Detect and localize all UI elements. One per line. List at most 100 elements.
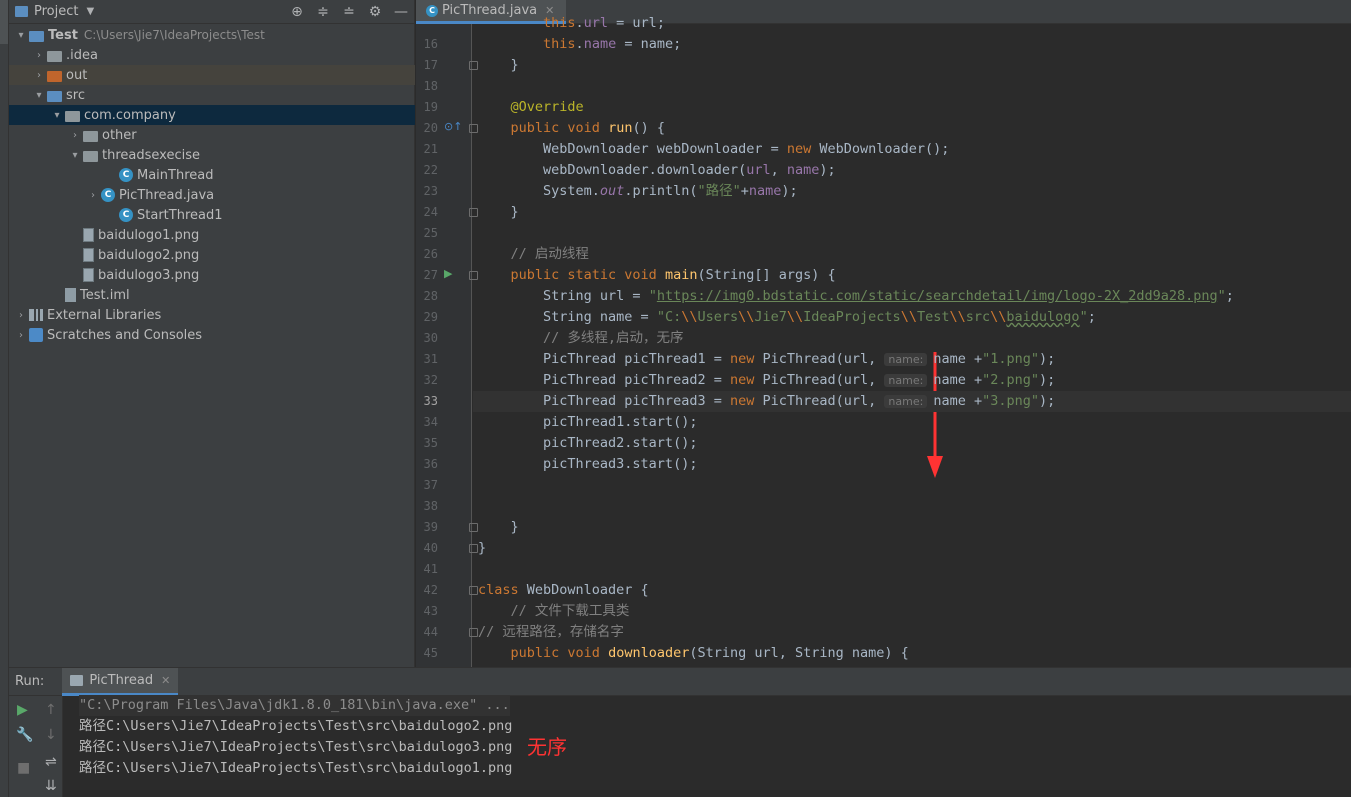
console-icon: [70, 674, 84, 686]
chevron-down-icon[interactable]: ▾: [33, 90, 45, 101]
code-line: @Override: [510, 99, 584, 115]
tree-item-label: External Libraries: [47, 307, 162, 323]
tree-item[interactable]: baidulogo1.png: [9, 225, 415, 245]
code-line: // 多线程,启动，无序: [543, 330, 684, 346]
image-file-icon: [83, 228, 94, 242]
line-number: 44: [423, 625, 438, 639]
fold-marker-icon[interactable]: [469, 586, 478, 595]
expand-all-icon[interactable]: ≑: [310, 4, 336, 20]
chevron-right-icon[interactable]: ›: [15, 330, 27, 341]
tree-item[interactable]: › C PicThread.java: [9, 185, 415, 205]
tree-item[interactable]: ▾ threadsexecise: [9, 145, 415, 165]
folder-orange-icon: [47, 70, 62, 82]
code-line: }: [478, 204, 519, 220]
chevron-right-icon[interactable]: ›: [87, 190, 99, 201]
chevron-right-icon[interactable]: ›: [15, 310, 27, 321]
tree-item[interactable]: Test.iml: [9, 285, 415, 305]
project-toolbar: ⊕ ≑ ≐ ⚙ —: [284, 0, 414, 24]
run-panel: Run: PicThread ✕ ▶ ↑ 🔧 ↓ ■ ⇌ ⇊ "C:\Progr…: [9, 667, 1351, 797]
tree-item[interactable]: › Scratches and Consoles: [9, 325, 415, 345]
line-number: 35: [423, 436, 438, 450]
run-tab-label: PicThread: [89, 672, 154, 688]
chevron-down-icon[interactable]: ▼: [86, 6, 94, 17]
line-number: 38: [423, 499, 438, 513]
tree-item[interactable]: ▾ com.company: [9, 105, 415, 125]
stop-icon[interactable]: ■: [17, 760, 30, 776]
tree-item[interactable]: baidulogo3.png: [9, 265, 415, 285]
chevron-down-icon[interactable]: ▾: [51, 110, 63, 121]
project-view-icon: [15, 6, 28, 17]
class-icon: C: [101, 188, 115, 202]
run-panel-header: Run: PicThread ✕: [9, 667, 1351, 696]
project-stripe-tab[interactable]: [0, 0, 8, 44]
chevron-right-icon[interactable]: ›: [33, 70, 45, 81]
run-toolbar: ▶ ↑ 🔧 ↓ ■ ⇌ ⇊: [9, 696, 63, 797]
code-line: System.out.println("路径"+name);: [478, 183, 798, 199]
tree-item-label: baidulogo2.png: [98, 247, 200, 263]
image-file-icon: [83, 248, 94, 262]
code-line: }: [478, 540, 487, 556]
tree-item[interactable]: ▾ Test C:\Users\Jie7\IdeaProjects\Test: [9, 25, 415, 45]
line-number: 42: [423, 583, 438, 597]
run-label: Run:: [15, 674, 45, 689]
fold-marker-icon[interactable]: [469, 628, 478, 637]
tree-item-label: baidulogo1.png: [98, 227, 200, 243]
chevron-right-icon[interactable]: ›: [69, 130, 81, 141]
chevron-right-icon[interactable]: ›: [33, 50, 45, 61]
line-number: 17: [423, 58, 438, 72]
collapse-all-icon[interactable]: ≐: [336, 4, 362, 20]
project-panel-title[interactable]: Project: [34, 4, 78, 19]
tree-item-label: PicThread.java: [119, 187, 215, 203]
fold-marker-icon[interactable]: [469, 271, 478, 280]
package-icon: [83, 150, 98, 162]
tree-item-label: Scratches and Consoles: [47, 327, 203, 343]
hide-icon[interactable]: —: [388, 4, 414, 20]
override-marker-icon[interactable]: ⊙↑: [444, 120, 462, 133]
fold-marker-icon[interactable]: [469, 544, 478, 553]
line-number: 29: [423, 310, 438, 324]
console-output-line: 路径C:\Users\Jie7\IdeaProjects\Test\src\ba…: [79, 739, 513, 755]
gear-icon[interactable]: ⚙: [362, 4, 388, 20]
line-number: 45: [423, 646, 438, 660]
fold-marker-icon[interactable]: [469, 208, 478, 217]
folder-icon: [47, 50, 62, 62]
tree-item[interactable]: baidulogo2.png: [9, 245, 415, 265]
class-icon: C: [119, 208, 133, 222]
line-number: 27: [423, 268, 438, 282]
tree-item[interactable]: C StartThread1: [9, 205, 415, 225]
run-command: "C:\Program Files\Java\jdk1.8.0_181\bin\…: [79, 695, 510, 716]
close-icon[interactable]: ✕: [161, 674, 170, 687]
line-number: 18: [423, 79, 438, 93]
run-tab-picthread[interactable]: PicThread ✕: [62, 667, 179, 696]
code-line: WebDownloader webDownloader = new WebDow…: [478, 141, 950, 157]
locate-icon[interactable]: ⊕: [284, 4, 310, 20]
chevron-down-icon[interactable]: ▾: [15, 30, 27, 41]
down-arrow-icon[interactable]: ↓: [45, 727, 57, 743]
up-arrow-icon[interactable]: ↑: [45, 702, 57, 718]
line-number: 30: [423, 331, 438, 345]
tree-item[interactable]: › out: [9, 65, 415, 85]
chevron-down-icon[interactable]: ▾: [69, 150, 81, 161]
run-main-icon[interactable]: ▶: [444, 267, 452, 280]
wrench-icon[interactable]: 🔧: [16, 727, 33, 743]
tree-item-label: Test: [48, 27, 78, 43]
package-icon: [65, 110, 80, 122]
tree-item-label: src: [66, 87, 85, 103]
tree-item[interactable]: C MainThread: [9, 165, 415, 185]
source-folder-icon: [47, 90, 62, 102]
console-output-line: 路径C:\Users\Jie7\IdeaProjects\Test\src\ba…: [79, 718, 513, 734]
tree-item[interactable]: ▾ src: [9, 85, 415, 105]
code-line: this.url = url;: [543, 15, 665, 31]
soft-wrap-icon[interactable]: ⇌: [45, 754, 57, 770]
tree-item[interactable]: › .idea: [9, 45, 415, 65]
scroll-to-end-icon[interactable]: ⇊: [45, 778, 57, 794]
fold-marker-icon[interactable]: [469, 61, 478, 70]
tree-item[interactable]: › External Libraries: [9, 305, 415, 325]
rerun-icon[interactable]: ▶: [17, 702, 28, 718]
line-number: 25: [423, 226, 438, 240]
fold-marker-icon[interactable]: [469, 523, 478, 532]
fold-marker-icon[interactable]: [469, 124, 478, 133]
library-icon: [29, 309, 43, 321]
tree-item[interactable]: › other: [9, 125, 415, 145]
line-number: 19: [423, 100, 438, 114]
